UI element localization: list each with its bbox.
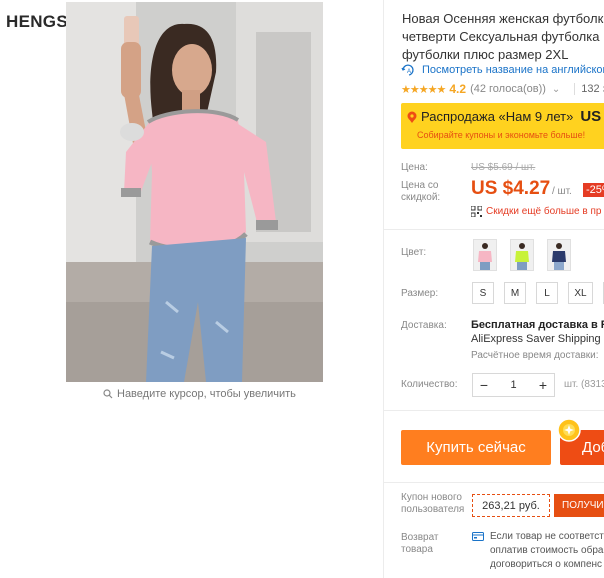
star-half-icon: ★ bbox=[436, 83, 447, 96]
stock-count: шт. (8313 bbox=[564, 379, 604, 390]
return-policy-line: договориться о компенс bbox=[490, 559, 603, 570]
return-policy-text: Если товар не соответст оплатив стоимост… bbox=[490, 530, 604, 572]
discount-badge: -25% bbox=[583, 183, 604, 197]
divider bbox=[384, 410, 604, 411]
chevron-down-icon[interactable]: ⌄ bbox=[552, 84, 560, 95]
returns-label: Возврат товара bbox=[401, 532, 439, 555]
shipping-label: Доставка: bbox=[401, 320, 447, 331]
product-title-line: футболки плюс размер 2XL bbox=[402, 47, 569, 62]
size-options: S M L XL bbox=[472, 282, 604, 304]
color-label: Цвет: bbox=[401, 247, 427, 258]
star-icon: ★ bbox=[401, 83, 411, 96]
rating-stars: ★★★★★ bbox=[401, 83, 447, 96]
current-price: US $4.27 bbox=[471, 178, 551, 199]
shipping-title: Бесплатная доставка в Ru bbox=[471, 319, 604, 331]
product-title-line: Новая Осенняя женская футболка bbox=[402, 11, 604, 26]
promo-banner[interactable]: Распродажа «Нам 9 лет» US Собирайте купо… bbox=[401, 103, 604, 149]
size-option-xl[interactable]: XL bbox=[568, 282, 593, 304]
translate-title-link[interactable]: A Посмотреть название на английском bbox=[401, 64, 604, 76]
size-option-s[interactable]: S bbox=[472, 282, 494, 304]
star-icon: ★ bbox=[418, 83, 429, 96]
promo-currency: US bbox=[580, 108, 602, 125]
color-swatch-navy[interactable] bbox=[547, 239, 571, 271]
quantity-increase-button[interactable]: + bbox=[532, 374, 554, 396]
old-price: US $5.69 / шт. bbox=[471, 162, 536, 173]
buy-now-button[interactable]: Купить сейчас bbox=[401, 430, 551, 465]
rating-value: 4.2 bbox=[449, 82, 467, 96]
divider bbox=[384, 482, 604, 483]
discount-price-label: Цена со скидкой: bbox=[401, 180, 441, 203]
shipping-method[interactable]: AliExpress Saver Shipping bbox=[471, 333, 601, 345]
magnifier-icon bbox=[103, 389, 113, 399]
promo-title: Распродажа «Нам 9 лет» bbox=[421, 109, 574, 124]
location-pin-icon bbox=[407, 111, 417, 123]
color-swatch-green[interactable] bbox=[510, 239, 534, 271]
green-top-thumbnail bbox=[511, 240, 533, 270]
quantity-stepper: − 1 + bbox=[472, 373, 555, 397]
color-swatches bbox=[473, 239, 571, 271]
qr-code-icon bbox=[471, 206, 482, 217]
navy-top-thumbnail bbox=[548, 240, 570, 270]
rating-row: ★★★★★ 4.2 (42 голоса(ов)) ⌄ 132 з bbox=[401, 82, 604, 96]
return-policy-icon bbox=[472, 532, 484, 541]
size-option-l[interactable]: L bbox=[536, 282, 558, 304]
coupon-amount: 263,21 руб. bbox=[472, 494, 550, 517]
main-product-image[interactable] bbox=[66, 2, 323, 382]
get-coupon-button[interactable]: ПОЛУЧИ bbox=[554, 494, 604, 517]
color-swatch-pink[interactable] bbox=[473, 239, 497, 271]
promo-subtitle: Собирайте купоны и экономьте больше! bbox=[417, 130, 586, 140]
coin-badge-icon bbox=[557, 418, 581, 442]
pink-top-thumbnail bbox=[474, 240, 496, 270]
return-policy-line: оплатив стоимость обра bbox=[490, 545, 604, 556]
star-icon: ★ bbox=[427, 83, 438, 96]
rating-votes-link[interactable]: (42 голоса(ов)) bbox=[470, 83, 546, 95]
quantity-input[interactable]: 1 bbox=[495, 379, 532, 391]
delivery-time: Расчётное время доставки: bbox=[471, 350, 599, 361]
size-label: Размер: bbox=[401, 288, 439, 299]
svg-text:A: A bbox=[407, 69, 411, 75]
zoom-hint: Наведите курсор, чтобы увеличить bbox=[103, 388, 296, 400]
quantity-decrease-button[interactable]: − bbox=[473, 374, 495, 396]
product-title-line: четверти Сексуальная футболка По bbox=[402, 29, 604, 44]
product-info-panel: Новая Осенняя женская футболка четверти … bbox=[383, 0, 604, 578]
zoom-hint-text: Наведите курсор, чтобы увеличить bbox=[117, 388, 296, 400]
divider bbox=[384, 229, 604, 230]
star-icon: ★ bbox=[409, 83, 420, 96]
product-title: Новая Осенняя женская футболка четверти … bbox=[402, 10, 604, 64]
price-unit: / шт. bbox=[552, 186, 572, 197]
quantity-label: Количество: bbox=[401, 379, 458, 390]
return-policy-line: Если товар не соответст bbox=[490, 531, 604, 542]
translate-link-text[interactable]: Посмотреть название на английском bbox=[422, 64, 604, 76]
translate-icon: A bbox=[401, 64, 414, 76]
product-photo bbox=[66, 2, 323, 382]
new-user-coupon-label: Купон нового пользователя bbox=[401, 492, 465, 515]
orders-count: 132 з bbox=[574, 83, 604, 95]
product-gallery: HENGSONG bbox=[0, 0, 383, 578]
app-discount-link[interactable]: Скидки ещё больше в пр bbox=[471, 206, 601, 217]
size-option-m[interactable]: M bbox=[504, 282, 526, 304]
price-label: Цена: bbox=[401, 162, 428, 173]
app-discount-text[interactable]: Скидки ещё больше в пр bbox=[486, 206, 601, 217]
